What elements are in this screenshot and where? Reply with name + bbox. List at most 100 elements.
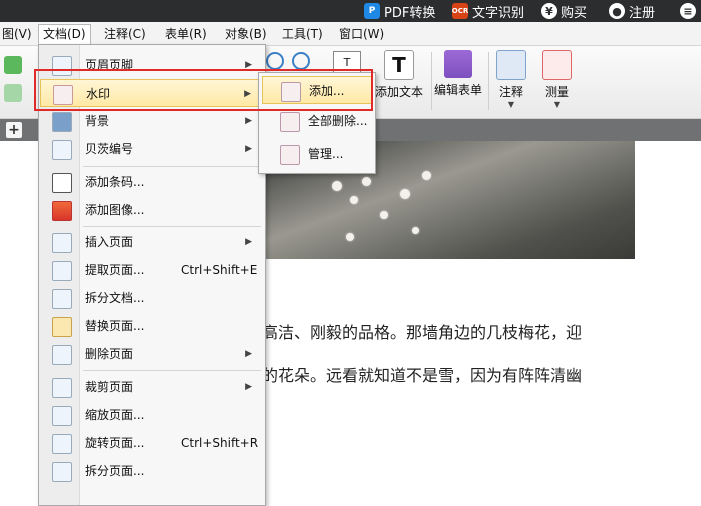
submenu-arrow-icon: ▶ <box>244 89 251 99</box>
menu-item-scale-page[interactable]: 缩放页面... <box>40 401 264 429</box>
watermark-icon <box>53 85 73 105</box>
menu-item-split-document[interactable]: 拆分文档... <box>40 284 264 312</box>
buy-button[interactable]: ¥ 购买 <box>541 0 587 22</box>
menu-item-watermark[interactable]: 水印 ▶ <box>40 79 264 107</box>
menu-item-label: 裁剪页面 <box>85 380 134 394</box>
menu-item-bates-numbering[interactable]: 贝茨编号 ▶ <box>40 135 264 163</box>
add-text-label: 添加文本 <box>375 85 424 99</box>
manage-watermark-icon <box>280 145 300 165</box>
menu-item-label: 插入页面 <box>85 235 134 249</box>
ocr-label: 文字识别 <box>472 5 525 21</box>
document-menu: 页眉页脚 ▶ 水印 ▶ 背景 ▶ 贝茨编号 ▶ 添加条码... 添加图像... … <box>38 44 266 506</box>
user-icon: ● <box>609 3 625 19</box>
extract-page-icon <box>52 261 72 281</box>
ocr-icon: OCR <box>452 3 468 19</box>
submenu-item-add-watermark[interactable]: 添加... <box>262 76 372 104</box>
menu-separator <box>83 226 261 227</box>
menu-item-add-image[interactable]: 添加图像... <box>40 196 264 224</box>
split-page-icon <box>52 462 72 482</box>
shortcut-label: Ctrl+Shift+R <box>181 436 259 450</box>
pdf-convert-icon: P <box>364 3 380 19</box>
ocr-button[interactable]: OCR 文字识别 <box>452 0 524 22</box>
add-text-icon: T <box>384 50 414 80</box>
blossom-decoration <box>400 189 410 199</box>
menu-item-label: 旋转页面... <box>85 436 145 450</box>
account-menu-button[interactable]: ≡ <box>680 0 696 22</box>
add-watermark-icon <box>281 82 301 102</box>
menu-item-delete-page[interactable]: 删除页面 ▶ <box>40 340 264 368</box>
menu-item-extract-page[interactable]: 提取页面... Ctrl+Shift+E <box>40 256 264 284</box>
menu-item-crop-page[interactable]: 裁剪页面 ▶ <box>40 373 264 401</box>
annotate-label: 注释 <box>498 85 523 99</box>
chevron-down-icon: ▼ <box>553 100 561 109</box>
document-text-line: 高洁、刚毅的品格。那墙角边的几枝梅花，迎 <box>262 323 583 342</box>
blossom-decoration <box>412 227 419 234</box>
zoom-out-icon[interactable] <box>292 52 310 70</box>
menu-object[interactable]: 对象(B) <box>221 25 271 43</box>
document-text-line: 的花朵。远看就知道不是雪，因为有阵阵清幽 <box>262 366 583 385</box>
menu-item-replace-page[interactable]: 替换页面... <box>40 312 264 340</box>
menu-item-label: 拆分页面... <box>85 464 145 478</box>
menu-comment[interactable]: 注释(C) <box>100 25 150 43</box>
menu-item-label: 页眉页脚 <box>85 58 134 72</box>
edit-form-button[interactable]: 编辑表单 <box>434 50 482 98</box>
menu-item-label: 背景 <box>85 114 110 128</box>
submenu-item-manage-watermarks[interactable]: 管理... <box>262 140 372 168</box>
menu-window[interactable]: 窗口(W) <box>335 25 388 43</box>
blossom-decoration <box>350 196 358 204</box>
add-text-button[interactable]: T 添加文本 <box>375 50 423 100</box>
blossom-decoration <box>362 177 371 186</box>
menu-item-label: 贝茨编号 <box>85 142 134 156</box>
menu-document[interactable]: 文档(D) <box>38 24 91 45</box>
menu-item-add-barcode[interactable]: 添加条码... <box>40 168 264 196</box>
replace-page-icon <box>52 317 72 337</box>
menu-item-insert-page[interactable]: 插入页面 ▶ <box>40 228 264 256</box>
crop-page-icon <box>52 378 72 398</box>
delete-watermark-icon <box>280 112 300 132</box>
measure-icon <box>542 50 572 80</box>
submenu-item-label: 添加... <box>309 84 345 98</box>
menu-form[interactable]: 表单(R) <box>161 25 211 43</box>
menu-item-label: 拆分文档... <box>85 291 145 305</box>
menu-item-label: 提取页面... <box>85 263 145 277</box>
forward-arrow-icon[interactable] <box>4 84 22 102</box>
top-bar: P PDF转换 OCR 文字识别 ¥ 购买 ● 注册 ≡ <box>0 0 701 22</box>
zoom-in-icon[interactable] <box>266 52 284 70</box>
submenu-arrow-icon: ▶ <box>245 116 252 126</box>
submenu-arrow-icon: ▶ <box>245 144 252 154</box>
menu-separator <box>83 370 261 371</box>
scale-page-icon <box>52 406 72 426</box>
menu-item-header-footer[interactable]: 页眉页脚 ▶ <box>40 51 264 79</box>
menu-icon: ≡ <box>680 3 696 19</box>
submenu-arrow-icon: ▶ <box>245 349 252 359</box>
register-button[interactable]: ● 注册 <box>609 0 655 22</box>
annotate-button[interactable]: 注释 ▼ <box>494 50 528 109</box>
menu-item-label: 缩放页面... <box>85 408 145 422</box>
menu-bar: 图(V) 文档(D) 注释(C) 表单(R) 对象(B) 工具(T) 窗口(W) <box>0 22 701 46</box>
menu-tools[interactable]: 工具(T) <box>278 25 327 43</box>
menu-view[interactable]: 图(V) <box>0 25 36 43</box>
pdf-convert-button[interactable]: P PDF转换 <box>364 0 435 22</box>
menu-item-rotate-page[interactable]: 旋转页面... Ctrl+Shift+R <box>40 429 264 457</box>
toolbar-divider <box>488 52 489 110</box>
shortcut-label: Ctrl+Shift+E <box>181 263 258 277</box>
menu-item-background[interactable]: 背景 ▶ <box>40 107 264 135</box>
submenu-arrow-icon: ▶ <box>245 382 252 392</box>
menu-separator <box>83 166 261 167</box>
toolbar-divider <box>431 52 432 110</box>
menu-item-label: 水印 <box>86 87 111 101</box>
rotate-page-icon <box>52 434 72 454</box>
submenu-item-delete-all-watermarks[interactable]: 全部删除... <box>262 107 372 135</box>
menu-item-split-page[interactable]: 拆分页面... <box>40 457 264 485</box>
bates-number-icon <box>52 140 72 160</box>
new-tab-button[interactable]: + <box>6 122 22 138</box>
watermark-submenu: 添加... 全部删除... 管理... <box>258 72 376 174</box>
measure-button[interactable]: 测量 ▼ <box>540 50 574 109</box>
blossom-decoration <box>380 211 388 219</box>
edit-form-label: 编辑表单 <box>434 83 483 97</box>
menu-item-label: 添加条码... <box>85 175 145 189</box>
blossom-decoration <box>332 181 342 191</box>
back-arrow-icon[interactable] <box>4 56 22 74</box>
pdf-convert-label: PDF转换 <box>384 5 436 21</box>
submenu-arrow-icon: ▶ <box>245 60 252 70</box>
